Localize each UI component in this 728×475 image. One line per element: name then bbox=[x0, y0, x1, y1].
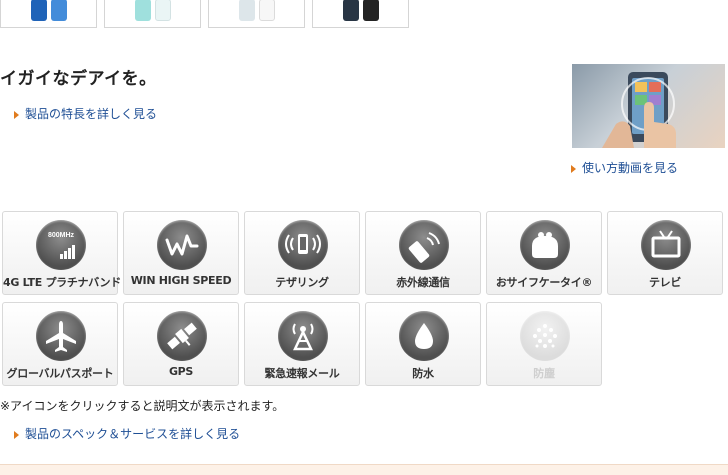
features-link-label: 製品の特長を詳しく見る bbox=[25, 107, 158, 121]
gps-satellite-icon bbox=[157, 311, 207, 361]
icon-text: 800MHz bbox=[48, 232, 75, 239]
feature-tile-infrared[interactable]: 赤外線通信 bbox=[365, 211, 481, 295]
feature-label: テザリング bbox=[275, 276, 329, 289]
thumbnail-phone-white[interactable] bbox=[208, 0, 305, 28]
feature-label: おサイフケータイ® bbox=[495, 276, 593, 289]
feature-tile-tv[interactable]: テレビ bbox=[607, 211, 723, 295]
arrow-right-icon bbox=[14, 110, 19, 119]
feature-tile-emergency-mail[interactable]: 緊急速報メール bbox=[244, 302, 360, 386]
feature-label: WIN HIGH SPEED bbox=[130, 274, 232, 287]
phone-front-image bbox=[343, 0, 359, 21]
usage-video-thumbnail[interactable] bbox=[572, 64, 725, 148]
feature-label: 防塵 bbox=[533, 367, 555, 380]
waterproof-icon bbox=[399, 311, 449, 361]
win-high-speed-icon bbox=[157, 220, 207, 270]
hand-holding-phone-image bbox=[602, 72, 676, 148]
usage-video-link-label: 使い方動画を見る bbox=[582, 161, 679, 175]
thumbnail-phone-mint[interactable] bbox=[104, 0, 201, 28]
tethering-icon bbox=[278, 220, 328, 270]
phone-back-image bbox=[51, 0, 67, 21]
usage-video-link[interactable]: 使い方動画を見る bbox=[571, 159, 678, 176]
feature-tile-gps[interactable]: GPS bbox=[123, 302, 239, 386]
dustproof-icon bbox=[520, 311, 570, 361]
icon-click-note: ※アイコンをクリックすると説明文が表示されます。 bbox=[0, 399, 285, 413]
thumbnail-phone-black[interactable] bbox=[312, 0, 409, 28]
lte-platinum-band-icon: 800MHz bbox=[36, 220, 86, 270]
phone-front-image bbox=[31, 0, 47, 21]
feature-label: 緊急速報メール bbox=[264, 367, 340, 380]
thumbnail-phone-blue[interactable] bbox=[0, 0, 97, 28]
phone-back-image bbox=[363, 0, 379, 21]
feature-tile-waterproof[interactable]: 防水 bbox=[365, 302, 481, 386]
feature-label: 防水 bbox=[412, 367, 434, 380]
bottom-band bbox=[0, 464, 728, 475]
arrow-right-icon bbox=[571, 164, 576, 173]
tv-icon bbox=[641, 220, 691, 270]
feature-tile-dustproof[interactable]: 防塵 bbox=[486, 302, 602, 386]
color-variation-thumbnails bbox=[0, 0, 420, 29]
phone-front-image bbox=[135, 0, 151, 21]
features-link[interactable]: 製品の特長を詳しく見る bbox=[14, 105, 157, 122]
arrow-right-icon bbox=[14, 430, 19, 439]
feature-label: GPS bbox=[168, 365, 194, 378]
infrared-icon bbox=[399, 220, 449, 270]
feature-label: 4G LTE プラチナバンド bbox=[3, 276, 121, 289]
feature-tile-tethering[interactable]: テザリング bbox=[244, 211, 360, 295]
feature-label: 赤外線通信 bbox=[396, 276, 450, 289]
feature-label: テレビ bbox=[648, 276, 682, 289]
emergency-alert-mail-icon bbox=[278, 311, 328, 361]
feature-tile-win-high-speed[interactable]: WIN HIGH SPEED bbox=[123, 211, 239, 295]
feature-tile-osaifu[interactable]: おサイフケータイ® bbox=[486, 211, 602, 295]
osaifu-keitai-icon bbox=[520, 220, 570, 270]
headline: イガイなデアイを。 bbox=[0, 69, 157, 89]
phone-front-image bbox=[239, 0, 255, 21]
feature-tile-global-passport[interactable]: グローバルパスポート bbox=[2, 302, 118, 386]
spec-link-label: 製品のスペック＆サービスを詳しく見る bbox=[25, 427, 241, 441]
spec-link[interactable]: 製品のスペック＆サービスを詳しく見る bbox=[14, 425, 240, 442]
phone-back-image bbox=[259, 0, 275, 21]
phone-back-image bbox=[155, 0, 171, 21]
global-passport-icon bbox=[36, 311, 86, 361]
feature-tile-lte[interactable]: 800MHz 4G LTE プラチナバンド bbox=[2, 211, 121, 295]
feature-label: グローバルパスポート bbox=[6, 367, 114, 380]
